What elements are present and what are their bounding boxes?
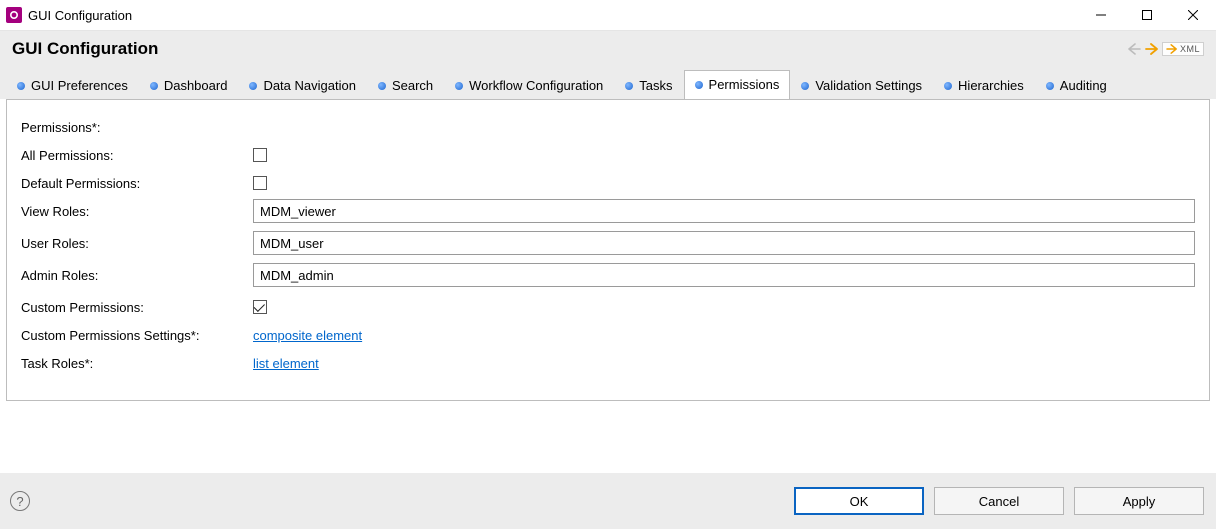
tab-gui-preferences[interactable]: GUI Preferences (6, 71, 139, 100)
forward-arrow-icon[interactable] (1144, 41, 1160, 57)
all-permissions-label: All Permissions: (21, 148, 253, 163)
xml-button-label: XML (1180, 44, 1200, 54)
tab-bullet-icon (695, 81, 703, 89)
help-icon[interactable]: ? (10, 491, 30, 511)
tab-bullet-icon (150, 82, 158, 90)
task-roles-label: Task Roles*: (21, 356, 253, 371)
list-element-link[interactable]: list element (253, 356, 319, 371)
back-arrow-icon[interactable] (1126, 41, 1142, 57)
close-button[interactable] (1170, 0, 1216, 30)
permissions-section-label: Permissions*: (21, 120, 253, 135)
maximize-button[interactable] (1124, 0, 1170, 30)
tab-label: Dashboard (164, 78, 228, 93)
tab-label: Validation Settings (815, 78, 922, 93)
tab-bullet-icon (944, 82, 952, 90)
apply-button-label: Apply (1123, 494, 1156, 509)
tab-bullet-icon (17, 82, 25, 90)
tab-label: Permissions (709, 77, 780, 92)
all-permissions-checkbox[interactable] (253, 148, 267, 162)
tab-workflow-configuration[interactable]: Workflow Configuration (444, 71, 614, 100)
ok-button-label: OK (850, 494, 869, 509)
view-roles-label: View Roles: (21, 204, 253, 219)
user-roles-label: User Roles: (21, 236, 253, 251)
tabs-row: GUI Preferences Dashboard Data Navigation S… (0, 69, 1216, 99)
titlebar: GUI Configuration (0, 0, 1216, 30)
tab-bullet-icon (378, 82, 386, 90)
header-band: GUI Configuration XML (0, 30, 1216, 69)
ok-button[interactable]: OK (794, 487, 924, 515)
tab-label: GUI Preferences (31, 78, 128, 93)
tab-bullet-icon (249, 82, 257, 90)
footer-bar: ? OK Cancel Apply (0, 473, 1216, 529)
admin-roles-input[interactable] (253, 263, 1195, 287)
tab-hierarchies[interactable]: Hierarchies (933, 71, 1035, 100)
tab-label: Tasks (639, 78, 672, 93)
custom-permissions-checkbox[interactable] (253, 300, 267, 314)
tab-label: Workflow Configuration (469, 78, 603, 93)
window-title: GUI Configuration (28, 8, 132, 23)
admin-roles-label: Admin Roles: (21, 268, 253, 283)
cancel-button[interactable]: Cancel (934, 487, 1064, 515)
page-title: GUI Configuration (12, 39, 158, 59)
minimize-button[interactable] (1078, 0, 1124, 30)
tab-tasks[interactable]: Tasks (614, 71, 683, 100)
cancel-button-label: Cancel (979, 494, 1019, 509)
tab-permissions[interactable]: Permissions (684, 70, 791, 100)
composite-element-link[interactable]: composite element (253, 328, 362, 343)
xml-button[interactable]: XML (1162, 42, 1204, 56)
tab-auditing[interactable]: Auditing (1035, 71, 1118, 100)
user-roles-input[interactable] (253, 231, 1195, 255)
apply-button[interactable]: Apply (1074, 487, 1204, 515)
tab-label: Search (392, 78, 433, 93)
app-icon (6, 7, 22, 23)
tab-validation-settings[interactable]: Validation Settings (790, 71, 933, 100)
tab-search[interactable]: Search (367, 71, 444, 100)
default-permissions-checkbox[interactable] (253, 176, 267, 190)
tab-label: Auditing (1060, 78, 1107, 93)
tab-label: Hierarchies (958, 78, 1024, 93)
custom-permissions-label: Custom Permissions: (21, 300, 253, 315)
custom-permissions-settings-label: Custom Permissions Settings*: (21, 328, 253, 343)
tab-bullet-icon (801, 82, 809, 90)
tab-bullet-icon (455, 82, 463, 90)
tab-bullet-icon (1046, 82, 1054, 90)
view-roles-input[interactable] (253, 199, 1195, 223)
tab-bullet-icon (625, 82, 633, 90)
default-permissions-label: Default Permissions: (21, 176, 253, 191)
tab-data-navigation[interactable]: Data Navigation (238, 71, 367, 100)
permissions-panel: Permissions*: All Permissions: Default P… (6, 99, 1210, 401)
tab-dashboard[interactable]: Dashboard (139, 71, 239, 100)
tab-label: Data Navigation (263, 78, 356, 93)
